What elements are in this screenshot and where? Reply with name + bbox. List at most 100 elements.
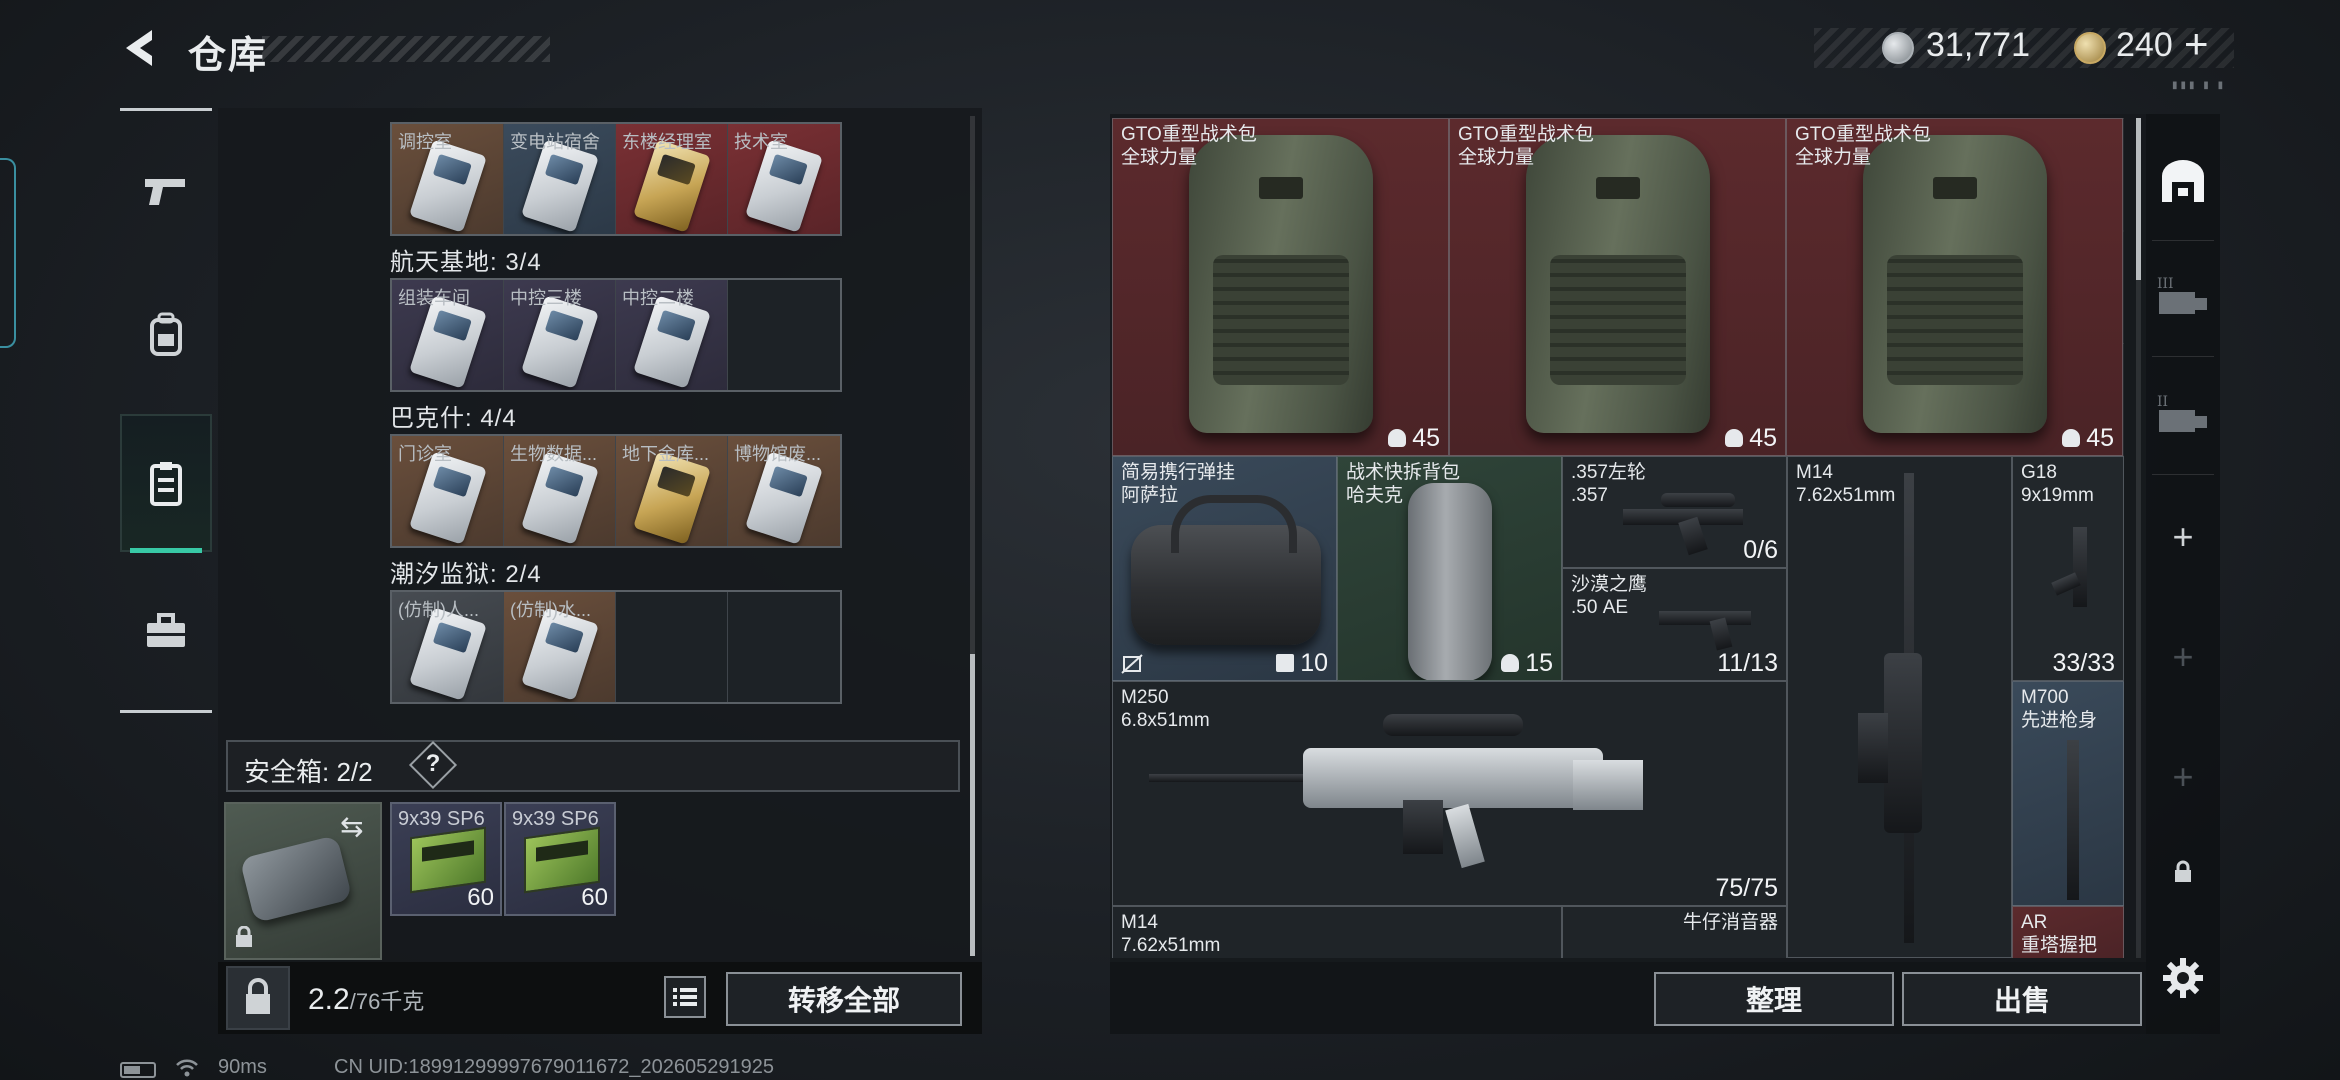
nav-weapons[interactable] (120, 122, 212, 260)
stash-item-rifle[interactable]: M14 7.62x51mm (1787, 456, 2012, 958)
list-view-button[interactable] (664, 976, 706, 1018)
stash-item-backpack[interactable]: GTO重型战术包 全球力量 45 (1449, 118, 1786, 456)
m250-scope (1383, 714, 1523, 736)
stash-item-backpack-small[interactable]: 战术快拆背包 哈夫克 15 (1337, 456, 1562, 681)
backpack-image (1189, 135, 1373, 433)
keycard-slot[interactable]: 变电站宿舍 (504, 124, 616, 234)
keycard-slot-empty[interactable] (728, 280, 840, 390)
m250-grip (1445, 803, 1485, 869)
ammo-count: 60 (467, 884, 494, 911)
add-stash-page-button[interactable]: + (2146, 480, 2220, 594)
ammo-count: 60 (581, 884, 608, 911)
ammo-slot[interactable]: 9x39 SP6 60 (390, 802, 502, 916)
stash-item-grip[interactable]: AR 重塔握把 (2012, 906, 2124, 958)
back-arrow-icon[interactable] (118, 26, 162, 70)
weight-lock-button[interactable] (226, 966, 290, 1030)
item-capacity: 45 (1388, 424, 1440, 453)
edge-drawer-tab[interactable] (0, 158, 16, 348)
keycard-slot[interactable]: 中控三楼 (504, 280, 616, 390)
keycard-name: 生物数据... (510, 444, 598, 464)
add-currency-button[interactable]: + (2184, 20, 2209, 68)
swap-icon[interactable]: ⇆ (340, 810, 363, 843)
keycard-name: (仿制)水... (510, 600, 591, 620)
stash-scrollbar-thumb[interactable] (2136, 118, 2141, 280)
barrel-image (2067, 740, 2079, 900)
no-armor-icon (1121, 654, 1143, 674)
keycard-name: 调控室 (398, 132, 452, 152)
stash-page-3[interactable]: III (2146, 240, 2220, 354)
stash-page-main[interactable] (2146, 124, 2220, 238)
item-name: 简易携行弹挂 阿萨拉 (1121, 462, 1236, 506)
toolbox-icon (147, 613, 185, 647)
keycard-slot[interactable]: 东楼经理室 (616, 124, 728, 234)
key-row: 调控室 变电站宿舍 东楼经理室 技术室 (390, 122, 842, 236)
sort-button[interactable]: 整理 (1654, 972, 1894, 1026)
add-stash-page-button[interactable]: + (2146, 720, 2220, 834)
keycard-slot[interactable]: 调控室 (392, 124, 504, 234)
m250-ammo-belt (1403, 800, 1443, 854)
carry-weight: 2.2/76千克 (308, 983, 424, 1017)
item-ammo: 0/6 (1743, 536, 1778, 564)
stash-item-backpack[interactable]: GTO重型战术包 全球力量 45 (1786, 118, 2123, 456)
item-name: .357左轮 .357 (1571, 462, 1646, 506)
stash-item-pistol[interactable]: 沙漠之鹰 .50 AE 11/13 (1562, 568, 1787, 681)
backpack-image (1526, 135, 1710, 433)
page-title: 仓库 (188, 35, 269, 77)
chest-rig-image (1131, 495, 1321, 645)
keycard-name: 技术室 (734, 132, 788, 152)
keycard-name: 变电站宿舍 (510, 132, 600, 152)
header-decoration: ▮▮▮ ▮ ▮ (2172, 80, 2227, 91)
keycard-name: (仿制)人... (398, 600, 479, 620)
list-icon (673, 988, 697, 1006)
keycard-case-icon (150, 462, 182, 506)
keycard-name: 博物馆废... (734, 444, 822, 464)
stash-page-2[interactable]: II (2146, 358, 2220, 472)
stash-item-rifle[interactable]: M14 7.62x51mm (1112, 906, 1562, 958)
stash-item-backpack[interactable]: GTO重型战术包 全球力量 45 (1112, 118, 1449, 456)
ammo-slot[interactable]: 9x39 SP6 60 (504, 802, 616, 916)
user-uid: CN UID:18991299997679011672_202605291925 (334, 1056, 775, 1078)
gold-currency-amount: 240 (2116, 26, 2173, 64)
stash-item-chest-rig[interactable]: 简易携行弹挂 阿萨拉 10 (1112, 456, 1337, 681)
keycard-slot[interactable]: 博物馆废... (728, 436, 840, 546)
item-name: M14 7.62x51mm (1121, 912, 1221, 956)
keycard-slot[interactable]: (仿制)人... (392, 592, 504, 702)
nav-equipment[interactable] (120, 266, 212, 404)
left-scrollbar-thumb[interactable] (970, 654, 975, 956)
stash-item-revolver[interactable]: .357左轮 .357 0/6 (1562, 456, 1787, 568)
map-section-title: 巴克什: 4/4 (390, 405, 517, 432)
key-row: (仿制)人... (仿制)水... (390, 590, 842, 704)
weight-lock-icon (246, 978, 270, 1014)
keycard-slot[interactable]: 组装车间 (392, 280, 504, 390)
stash-item-machine-gun[interactable]: M250 6.8x51mm 75/75 (1112, 681, 1787, 906)
m250-image (1303, 748, 1603, 808)
keycard-slot-empty[interactable] (616, 592, 728, 702)
key-row: 门诊室 生物数据... 地下金库... 博物馆废... (390, 434, 842, 548)
transfer-all-button[interactable]: 转移全部 (726, 972, 962, 1026)
keycard-slot[interactable]: 中控二楼 (616, 280, 728, 390)
lock-icon (2175, 860, 2191, 882)
keycard-slot[interactable]: (仿制)水... (504, 592, 616, 702)
keycard-slot[interactable]: 技术室 (728, 124, 840, 234)
stash-item-pistol[interactable]: G18 9x19mm 33/33 (2012, 456, 2124, 681)
capacity-icon (1501, 654, 1520, 672)
nav-toolbox[interactable] (120, 562, 212, 700)
stash-lock-button[interactable] (2146, 842, 2220, 902)
capacity-icon (1388, 429, 1407, 447)
gold-coin-icon (2074, 32, 2106, 64)
m250-stock (1573, 760, 1643, 810)
keycard-name: 门诊室 (398, 444, 452, 464)
backpack-icon (150, 312, 182, 356)
stash-item-suppressor[interactable]: 牛仔消音器 (1562, 906, 1787, 958)
sell-button[interactable]: 出售 (1902, 972, 2142, 1026)
deagle-image (1659, 611, 1751, 625)
keycard-slot[interactable]: 生物数据... (504, 436, 616, 546)
stash-item-barrel[interactable]: M700 先进枪身 (2012, 681, 2124, 906)
add-stash-page-button[interactable]: + (2146, 600, 2220, 714)
key-row: 组装车间 中控三楼 中控二楼 (390, 278, 842, 392)
keycard-slot[interactable]: 地下金库... (616, 436, 728, 546)
keycard-slot-empty[interactable] (728, 592, 840, 702)
settings-button[interactable] (2146, 946, 2220, 1010)
keycard-slot[interactable]: 门诊室 (392, 436, 504, 546)
nav-keys[interactable] (120, 414, 212, 552)
